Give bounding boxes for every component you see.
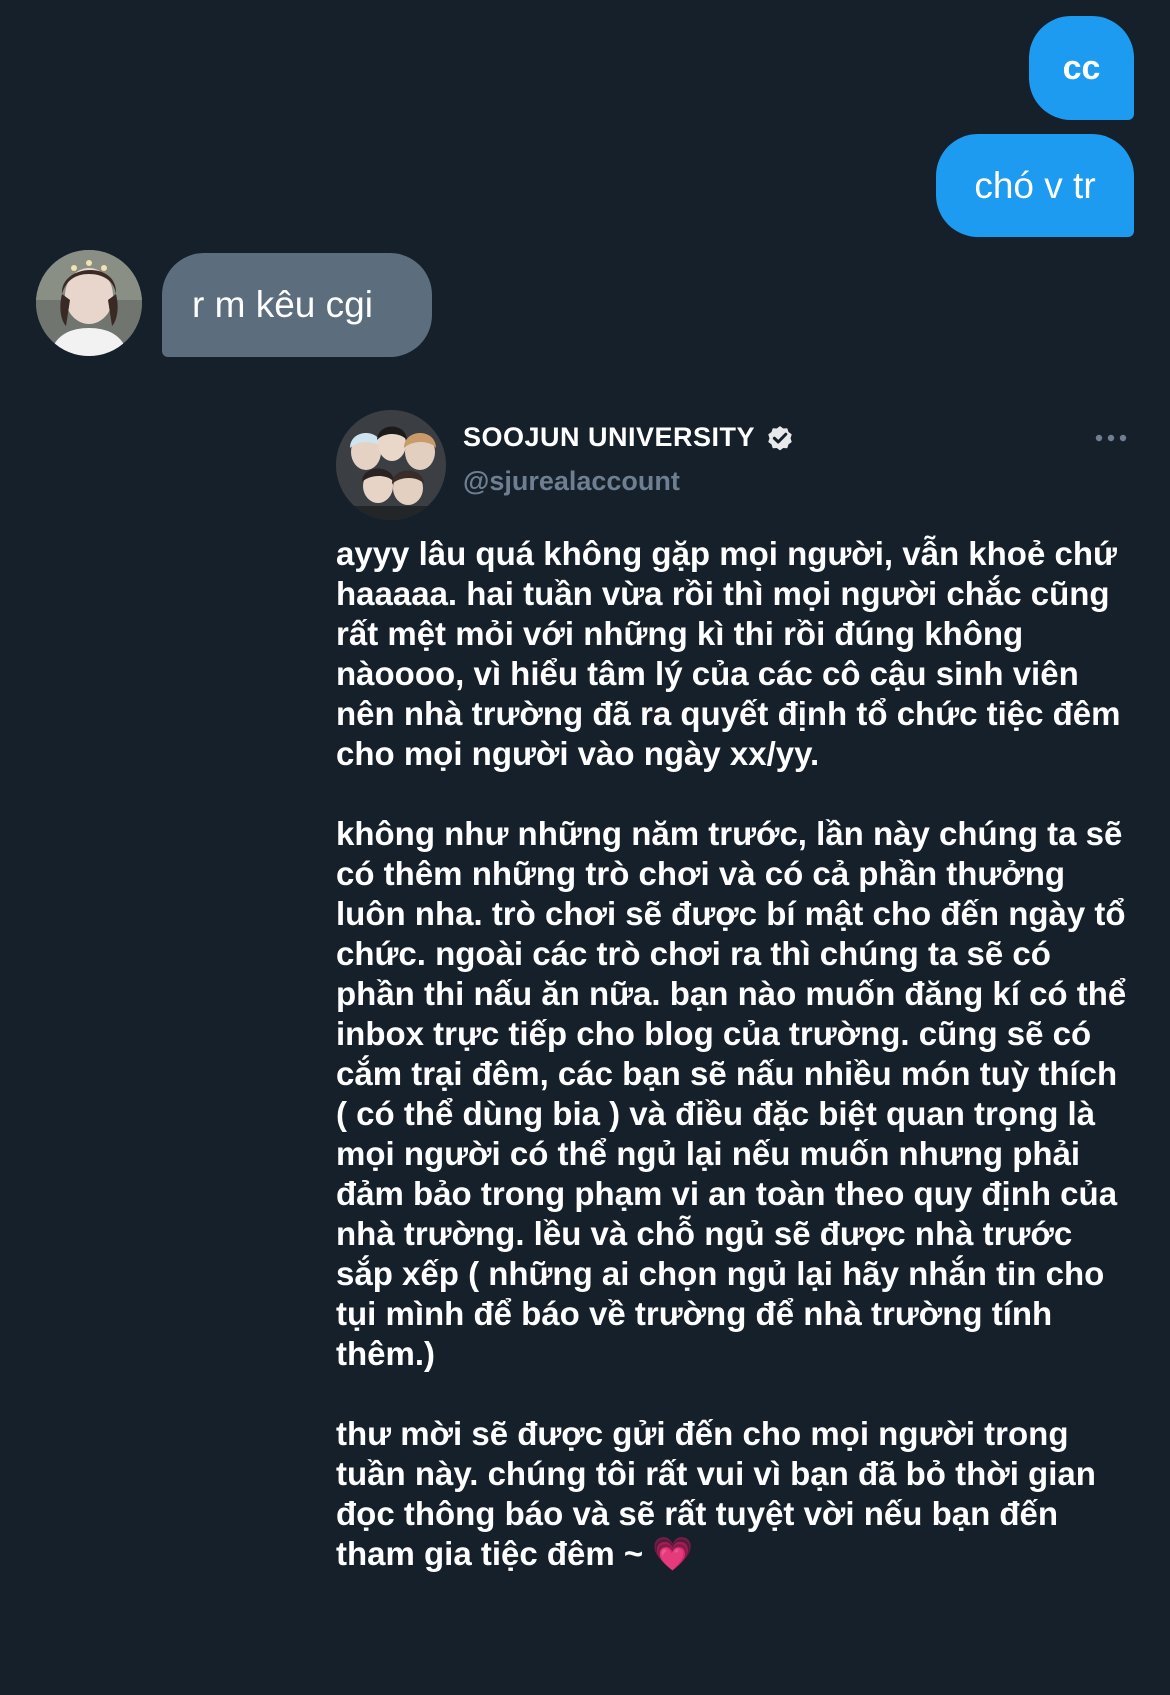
- tweet-paragraph: không như những năm trước, lần này chúng…: [336, 815, 1127, 1372]
- tweet-author-handle[interactable]: @sjurealaccount: [463, 466, 680, 497]
- tweet-paragraph: ayyy lâu quá không gặp mọi người, vẫn kh…: [336, 535, 1121, 772]
- tweet-paragraph-text: thư mời sẽ được gửi đến cho mọi người tr…: [336, 1415, 1096, 1572]
- group-photo-image: [336, 410, 446, 520]
- verified-badge-icon: [768, 425, 792, 450]
- tweet-text: ayyy lâu quá không gặp mọi người, vẫn kh…: [336, 534, 1136, 1574]
- tweet-paragraph: thư mời sẽ được gửi đến cho mọi người tr…: [336, 1414, 1136, 1574]
- tweet-author-avatar[interactable]: [336, 410, 446, 520]
- more-options-icon[interactable]: [1094, 432, 1128, 444]
- message-text: r m kêu cgi: [192, 284, 373, 325]
- outgoing-message-bubble[interactable]: chó v tr: [936, 134, 1134, 237]
- outgoing-message-bubble[interactable]: cc: [1029, 16, 1134, 120]
- message-text: chó v tr: [974, 164, 1096, 206]
- tweet-author-name[interactable]: SOOJUN UNIVERSITY: [463, 422, 755, 453]
- pink-heart-emoji: 💗: [652, 1535, 694, 1572]
- sender-avatar-image: [36, 250, 142, 356]
- incoming-message-bubble[interactable]: r m kêu cgi: [162, 253, 432, 357]
- tweet-author-row[interactable]: SOOJUN UNIVERSITY: [463, 422, 795, 453]
- sender-avatar[interactable]: [36, 250, 142, 356]
- message-text: cc: [1062, 48, 1101, 87]
